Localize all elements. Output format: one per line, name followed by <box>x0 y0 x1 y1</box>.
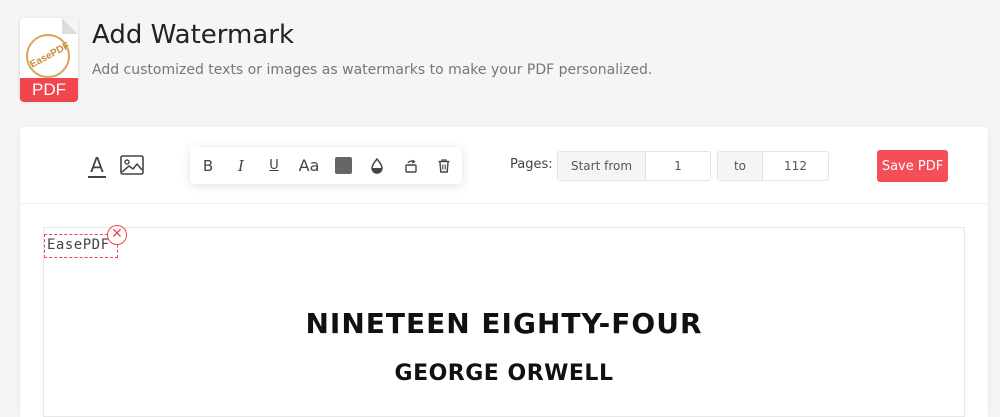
underline-icon: U <box>269 158 279 173</box>
italic-icon: I <box>238 157 244 175</box>
editor-panel: A B I U Aa Pages: Start from 1 to 112 Sa… <box>20 127 988 417</box>
pages-label: Pages: <box>510 157 553 172</box>
logo-stamp: EasePDF <box>26 34 72 78</box>
book-title: NINETEEN EIGHTY-FOUR <box>305 307 703 340</box>
bold-icon: B <box>202 157 214 175</box>
start-page-group: Start from <box>557 151 711 181</box>
easepdf-logo: EasePDF PDF <box>20 18 80 102</box>
delete-button[interactable] <box>434 156 454 176</box>
to-label: to <box>718 152 763 180</box>
page-title: Add Watermark <box>92 20 295 50</box>
image-watermark-tool[interactable] <box>120 155 144 175</box>
page-subtitle: Add customized texts or images as waterm… <box>92 62 653 78</box>
text-watermark-tool[interactable]: A <box>88 154 106 178</box>
image-icon <box>120 155 144 175</box>
trash-icon <box>438 159 450 173</box>
pdf-page-preview: EasePDF ✕ NINETEEN EIGHTY-FOUR GEORGE OR… <box>43 225 965 417</box>
opacity-button[interactable] <box>367 156 387 176</box>
format-toolbar: B I U Aa <box>190 147 462 184</box>
text-icon-underline <box>88 176 106 178</box>
logo-pdf-badge: PDF <box>20 78 78 102</box>
underline-button[interactable]: U <box>264 156 284 176</box>
start-from-label: Start from <box>558 152 646 180</box>
watermark-text-box[interactable]: EasePDF ✕ <box>44 225 127 258</box>
end-page-input[interactable] <box>763 152 828 180</box>
editor-toolbar: A B I U Aa Pages: Start from 1 to 112 Sa… <box>20 127 988 204</box>
font-size-button[interactable]: Aa <box>295 156 323 176</box>
opacity-icon <box>371 157 383 174</box>
save-pdf-button[interactable]: Save PDF <box>877 150 948 182</box>
color-picker-button[interactable] <box>335 157 352 174</box>
close-icon[interactable]: ✕ <box>107 225 127 245</box>
bold-button[interactable]: B <box>198 156 218 176</box>
italic-button[interactable]: I <box>231 156 251 176</box>
logo-page-fold <box>62 18 78 34</box>
logo-stamp-text: EasePDF <box>28 40 72 71</box>
font-size-icon: Aa <box>298 156 320 175</box>
page-header: EasePDF PDF Add Watermark Add customized… <box>0 0 1000 120</box>
text-icon: A <box>90 153 104 177</box>
rotate-icon <box>405 159 417 173</box>
rotate-button[interactable] <box>401 156 421 176</box>
start-page-input[interactable] <box>646 152 710 180</box>
book-author: GEORGE ORWELL <box>394 361 614 386</box>
end-page-group: to <box>717 151 829 181</box>
watermark-text: EasePDF <box>47 237 110 253</box>
